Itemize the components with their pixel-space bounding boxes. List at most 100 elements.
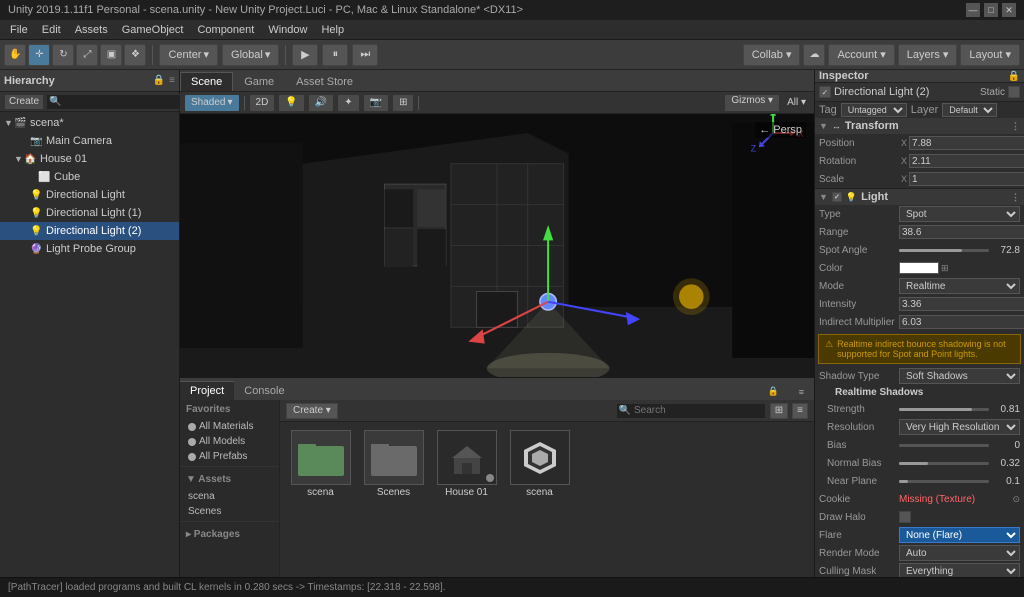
- project-search-input[interactable]: [616, 403, 766, 419]
- hierarchy-lock-icon[interactable]: 🔒: [153, 75, 165, 86]
- hierarchy-create-button[interactable]: Create: [4, 94, 44, 110]
- transform-options[interactable]: ⋮: [1011, 121, 1020, 132]
- inspector-lock[interactable]: 🔒: [1008, 71, 1020, 82]
- bottom-lock-icon[interactable]: 🔒: [758, 383, 789, 400]
- shaded-button[interactable]: Shaded ▾: [184, 94, 240, 112]
- shadow-type-row: Shadow Type Soft Shadows Hard Shadows No…: [815, 367, 1024, 385]
- shadow-type-select[interactable]: Soft Shadows Hard Shadows No Shadows: [899, 368, 1020, 384]
- tag-select[interactable]: Untagged: [841, 103, 907, 117]
- menu-gameobject[interactable]: GameObject: [116, 22, 190, 38]
- project-view-button[interactable]: ≡: [792, 403, 808, 419]
- expand-arrow: ▼: [14, 154, 24, 164]
- audio-button[interactable]: 🔊: [308, 94, 334, 112]
- project-create-button[interactable]: Create ▾: [286, 403, 338, 419]
- fx-button[interactable]: ✦: [337, 94, 359, 112]
- menu-help[interactable]: Help: [315, 22, 350, 38]
- layers-button[interactable]: Layers ▾: [898, 44, 958, 66]
- project-sort-button[interactable]: ⊞: [770, 403, 788, 419]
- all-models-item[interactable]: All Models: [180, 434, 279, 449]
- multi-tool[interactable]: ❖: [124, 44, 146, 66]
- cloud-button[interactable]: ☁: [803, 44, 825, 66]
- render-mode-select[interactable]: Auto Important Not Important: [899, 545, 1020, 561]
- window-controls[interactable]: — □ ✕: [966, 3, 1016, 17]
- hand-tool[interactable]: ✋: [4, 44, 26, 66]
- indirect-input[interactable]: 6.03: [899, 315, 1024, 329]
- menu-window[interactable]: Window: [262, 22, 313, 38]
- culling-mask-select[interactable]: Everything Nothing: [899, 563, 1020, 577]
- rotation-x-input[interactable]: 2.11: [909, 154, 1024, 168]
- lighting-button[interactable]: 💡: [278, 94, 304, 112]
- menu-edit[interactable]: Edit: [36, 22, 67, 38]
- menu-assets[interactable]: Assets: [69, 22, 114, 38]
- tab-scene[interactable]: Scene: [180, 72, 233, 91]
- tab-console[interactable]: Console: [234, 382, 294, 400]
- menu-component[interactable]: Component: [191, 22, 260, 38]
- light-enabled-checkbox[interactable]: ✓: [832, 192, 842, 202]
- light-range-input[interactable]: 38.6: [899, 225, 1024, 239]
- light-type-select[interactable]: Spot Directional Point Area: [899, 206, 1020, 222]
- hierarchy-item-cube[interactable]: ⬜ Cube: [0, 168, 179, 186]
- hierarchy-item-light-probe[interactable]: 🔮 Light Probe Group: [0, 240, 179, 258]
- tab-game[interactable]: Game: [233, 72, 285, 91]
- close-button[interactable]: ✕: [1002, 3, 1016, 17]
- hierarchy-item-scena[interactable]: ▼ 🎬 scena*: [0, 114, 179, 132]
- color-picker-icon[interactable]: ⊞: [941, 263, 949, 274]
- resolution-select[interactable]: Very High Resolution High Resolution Med…: [899, 419, 1020, 435]
- object-active-checkbox[interactable]: ✓: [819, 86, 831, 98]
- tab-project[interactable]: Project: [180, 381, 234, 400]
- light-mode-select[interactable]: Realtime Mixed Baked: [899, 278, 1020, 294]
- grid-button[interactable]: ⊞: [392, 94, 414, 112]
- hierarchy-menu-icon[interactable]: ≡: [169, 75, 175, 86]
- layer-select[interactable]: Default: [942, 103, 997, 117]
- account-button[interactable]: Account ▾: [828, 44, 894, 66]
- play-button[interactable]: ▶: [292, 44, 318, 66]
- light-intensity-input[interactable]: 3.36: [899, 297, 1024, 311]
- warning-text: Realtime indirect bounce shadowing is no…: [837, 339, 1014, 359]
- light-icon: 💡: [30, 226, 44, 237]
- transform-title: Transform: [845, 120, 899, 132]
- rect-tool[interactable]: ▣: [100, 44, 122, 66]
- hierarchy-search-input[interactable]: [46, 94, 184, 110]
- step-button[interactable]: ⏭: [352, 44, 378, 66]
- layout-button[interactable]: Layout ▾: [960, 44, 1020, 66]
- static-checkbox[interactable]: [1008, 86, 1020, 98]
- hierarchy-item-main-camera[interactable]: 📷 Main Camera: [0, 132, 179, 150]
- position-x-input[interactable]: 7.88: [909, 136, 1024, 150]
- menu-file[interactable]: File: [4, 22, 34, 38]
- viewport[interactable]: X Y Z ← Persp: [180, 114, 814, 377]
- tab-asset-store[interactable]: Asset Store: [285, 72, 364, 91]
- pivot-center-button[interactable]: Center ▾: [159, 44, 218, 66]
- hierarchy-item-dir-light[interactable]: 💡 Directional Light: [0, 186, 179, 204]
- light-color-swatch[interactable]: [899, 262, 939, 274]
- all-materials-item[interactable]: All Materials: [180, 419, 279, 434]
- pause-button[interactable]: ⏸: [322, 44, 348, 66]
- asset-item-house01[interactable]: House 01: [434, 430, 499, 498]
- asset-item-scena-unity[interactable]: scena: [507, 430, 572, 498]
- scale-x-label: X: [899, 174, 909, 184]
- gizmos-button[interactable]: Gizmos ▾: [724, 94, 780, 112]
- hierarchy-item-house01[interactable]: ▼ 🏠 House 01: [0, 150, 179, 168]
- hierarchy-item-dir-light-2[interactable]: 💡 Directional Light (2): [0, 222, 179, 240]
- layout-label: Layout ▾: [969, 48, 1011, 61]
- asset-item-scena-folder[interactable]: scena: [288, 430, 353, 498]
- bottom-menu-icon[interactable]: ≡: [789, 384, 814, 400]
- draw-halo-checkbox[interactable]: [899, 511, 911, 523]
- hierarchy-item-dir-light-1[interactable]: 💡 Directional Light (1): [0, 204, 179, 222]
- scene-cam-button[interactable]: 📷: [363, 94, 389, 112]
- scenes-asset-item[interactable]: Scenes: [180, 504, 279, 519]
- scale-tool[interactable]: ⤢: [76, 44, 98, 66]
- move-tool[interactable]: ✛: [28, 44, 50, 66]
- light-options[interactable]: ⋮: [1011, 192, 1020, 203]
- space-global-button[interactable]: Global ▾: [222, 44, 279, 66]
- minimize-button[interactable]: —: [966, 3, 980, 17]
- maximize-button[interactable]: □: [984, 3, 998, 17]
- asset-item-scenes-folder[interactable]: Scenes: [361, 430, 426, 498]
- scena-asset-item[interactable]: scena: [180, 489, 279, 504]
- scale-x-input[interactable]: 1: [909, 172, 1024, 186]
- all-prefabs-item[interactable]: All Prefabs: [180, 449, 279, 464]
- rotate-tool[interactable]: ↻: [52, 44, 74, 66]
- collab-button[interactable]: Collab ▾: [743, 44, 801, 66]
- flare-select[interactable]: None (Flare): [899, 527, 1020, 543]
- cookie-options[interactable]: ⊙: [1012, 494, 1020, 505]
- 2d-button[interactable]: 2D: [249, 94, 276, 112]
